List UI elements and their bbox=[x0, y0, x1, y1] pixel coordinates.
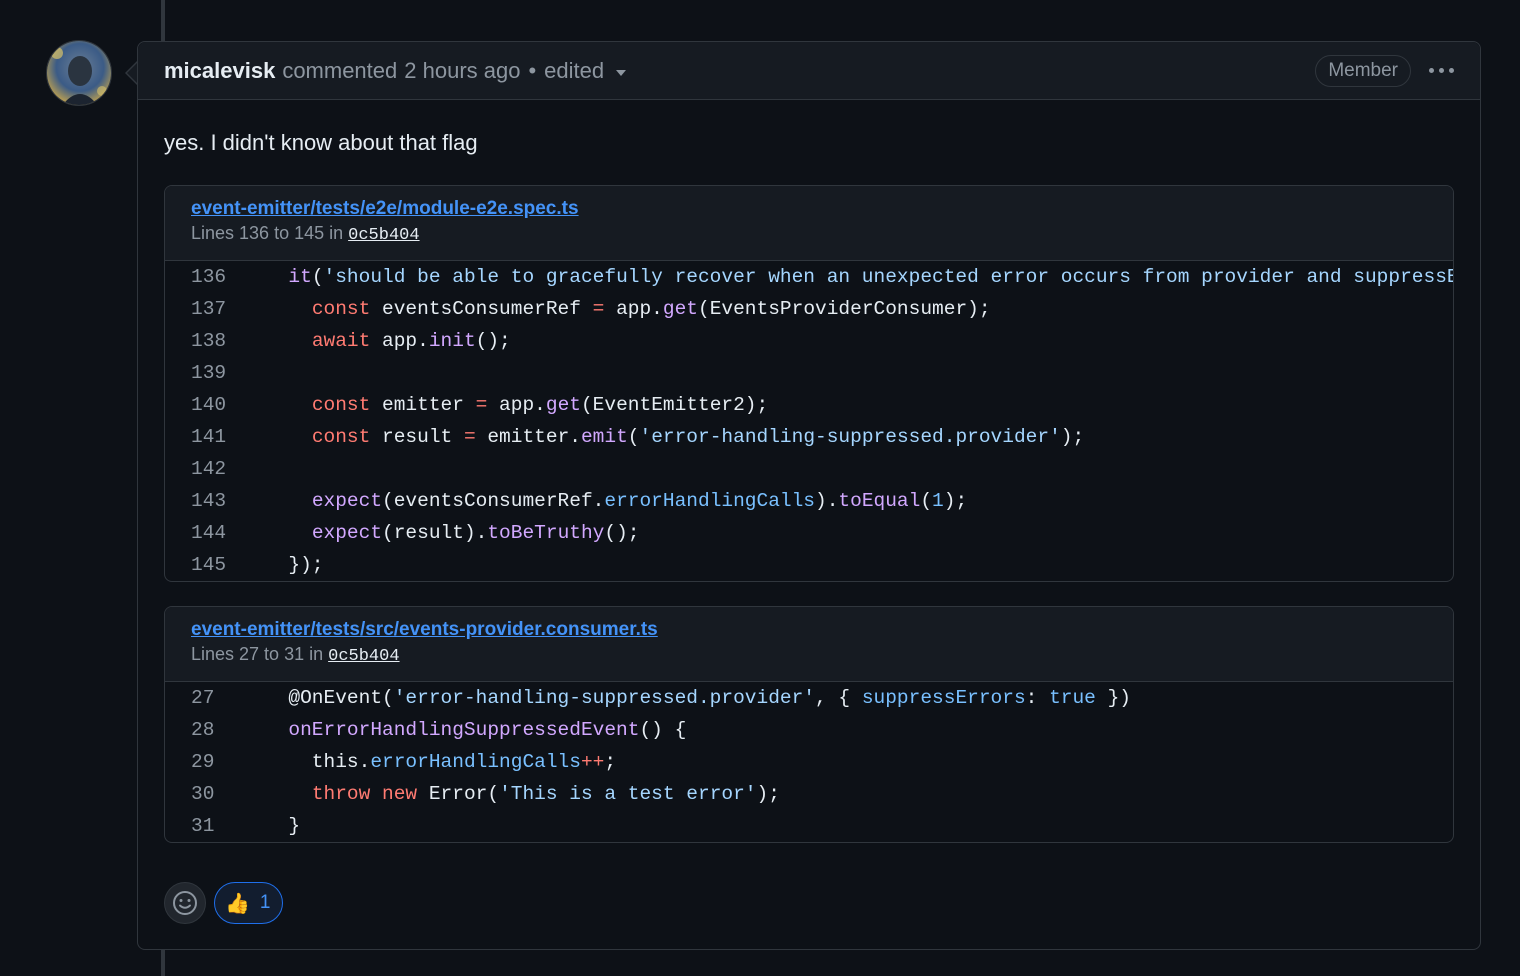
line-number[interactable]: 30 bbox=[165, 783, 265, 805]
line-number[interactable]: 142 bbox=[165, 458, 265, 480]
lines-range: Lines 136 to 145 in bbox=[191, 223, 344, 243]
code-snippet: event-emitter/tests/src/events-provider.… bbox=[164, 606, 1454, 843]
code-text: const eventsConsumerRef = app.get(Events… bbox=[311, 298, 991, 320]
code-line: 140 const emitter = app.get(EventEmitter… bbox=[165, 389, 1453, 421]
code-text: const emitter = app.get(EventEmitter2); bbox=[311, 394, 769, 416]
line-number[interactable]: 139 bbox=[165, 362, 265, 384]
lines-meta: Lines 27 to 31 in 0c5b404 bbox=[191, 644, 1427, 666]
code-text: }); bbox=[265, 554, 324, 576]
code-text: it('should be able to gracefully recover… bbox=[288, 266, 1454, 288]
line-number[interactable]: 31 bbox=[165, 815, 265, 837]
code-text: throw new Error('This is a test error'); bbox=[311, 783, 780, 805]
code-text: expect(eventsConsumerRef.errorHandlingCa… bbox=[311, 490, 968, 512]
chevron-down-icon bbox=[616, 69, 627, 76]
comment-action: commented bbox=[282, 57, 398, 83]
code-line: 31 } bbox=[165, 810, 1453, 842]
code-text: await app.init(); bbox=[311, 330, 511, 352]
line-number[interactable]: 141 bbox=[165, 426, 265, 448]
line-number[interactable]: 137 bbox=[165, 298, 265, 320]
code-line: 27 @OnEvent('error-handling-suppressed.p… bbox=[165, 682, 1453, 714]
code-line: 136 it('should be able to gracefully rec… bbox=[165, 261, 1453, 293]
code-text: @OnEvent('error-handling-suppressed.prov… bbox=[265, 687, 1131, 709]
smiley-icon bbox=[173, 891, 197, 915]
code-line: 30 throw new Error('This is a test error… bbox=[165, 778, 1453, 810]
code-line: 141 const result = emitter.emit('error-h… bbox=[165, 421, 1453, 453]
kebab-horizontal-icon[interactable] bbox=[1429, 55, 1454, 87]
file-link[interactable]: event-emitter/tests/src/events-provider.… bbox=[191, 619, 1427, 643]
code-text: expect(result).toBeTruthy(); bbox=[311, 522, 640, 544]
code-line: 143 expect(eventsConsumerRef.errorHandli… bbox=[165, 485, 1453, 517]
code-text: const result = emitter.emit('error-handl… bbox=[311, 426, 1085, 448]
code-block: 27 @OnEvent('error-handling-suppressed.p… bbox=[165, 682, 1453, 842]
line-number[interactable]: 29 bbox=[165, 751, 265, 773]
code-snippet: event-emitter/tests/e2e/module-e2e.spec.… bbox=[164, 185, 1454, 582]
comment-header: micalevisk commented 2 hours ago • edite… bbox=[138, 42, 1480, 100]
code-text: this.errorHandlingCalls++; bbox=[265, 751, 617, 773]
code-line: 145 }); bbox=[165, 549, 1453, 581]
comment-body: yes. I didn't know about that flag bbox=[164, 130, 478, 155]
code-line: 28 onErrorHandlingSuppressedEvent() { bbox=[165, 714, 1453, 746]
reactions-bar: 👍 1 bbox=[164, 882, 284, 924]
snippet-header: event-emitter/tests/src/events-provider.… bbox=[165, 607, 1453, 682]
edited-dropdown[interactable]: edited bbox=[544, 57, 627, 84]
commit-sha-link[interactable]: 0c5b404 bbox=[328, 647, 399, 666]
lines-range: Lines 27 to 31 in bbox=[191, 644, 324, 664]
author-link[interactable]: micalevisk bbox=[164, 58, 275, 84]
file-link[interactable]: event-emitter/tests/e2e/module-e2e.spec.… bbox=[191, 198, 1427, 222]
separator: • bbox=[528, 57, 537, 83]
line-number[interactable]: 138 bbox=[165, 330, 265, 352]
lines-meta: Lines 136 to 145 in 0c5b404 bbox=[191, 223, 1427, 245]
reaction-count: 1 bbox=[259, 892, 271, 913]
line-number[interactable]: 136 bbox=[165, 266, 265, 288]
add-reaction-button[interactable] bbox=[164, 882, 206, 924]
line-number[interactable]: 28 bbox=[165, 719, 265, 741]
code-text: onErrorHandlingSuppressedEvent() { bbox=[288, 719, 687, 741]
code-text: } bbox=[265, 815, 301, 837]
member-badge: Member bbox=[1315, 54, 1411, 87]
edited-label: edited bbox=[544, 57, 605, 83]
line-number[interactable]: 140 bbox=[165, 394, 265, 416]
line-number[interactable]: 144 bbox=[165, 522, 265, 544]
line-number[interactable]: 27 bbox=[165, 687, 265, 709]
thumbs-up-icon: 👍 bbox=[225, 892, 250, 915]
comment-box: micalevisk commented 2 hours ago • edite… bbox=[137, 41, 1481, 950]
code-line: 29 this.errorHandlingCalls++; bbox=[165, 746, 1453, 778]
commit-sha-link[interactable]: 0c5b404 bbox=[348, 226, 419, 245]
code-block: 136 it('should be able to gracefully rec… bbox=[165, 261, 1453, 581]
avatar[interactable] bbox=[46, 40, 112, 106]
comment-time[interactable]: 2 hours ago bbox=[404, 58, 520, 84]
code-line: 137 const eventsConsumerRef = app.get(Ev… bbox=[165, 293, 1453, 325]
code-line: 139 bbox=[165, 357, 1453, 389]
thumbs-up-reaction[interactable]: 👍 1 bbox=[214, 882, 284, 924]
snippet-header: event-emitter/tests/e2e/module-e2e.spec.… bbox=[165, 186, 1453, 261]
code-line: 142 bbox=[165, 453, 1453, 485]
code-line: 138 await app.init(); bbox=[165, 325, 1453, 357]
avatar-image bbox=[47, 41, 111, 105]
line-number[interactable]: 143 bbox=[165, 490, 265, 512]
line-number[interactable]: 145 bbox=[165, 554, 265, 576]
code-line: 144 expect(result).toBeTruthy(); bbox=[165, 517, 1453, 549]
